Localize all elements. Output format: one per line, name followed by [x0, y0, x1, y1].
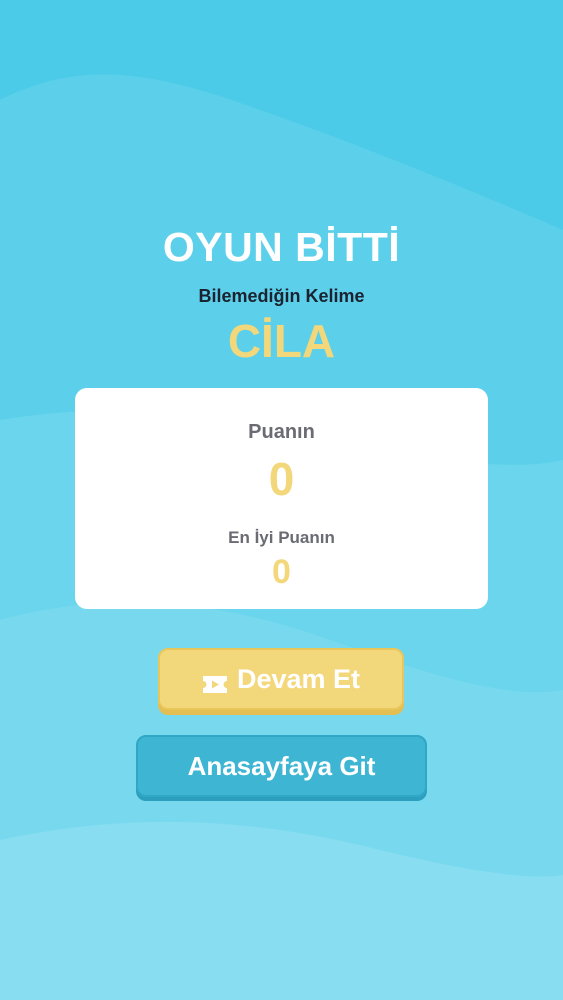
game-over-screen: OYUN BİTTİ Bilemediğin Kelime CİLA Puanı…	[0, 0, 563, 1000]
score-card: Puanın 0 En İyi Puanın 0	[75, 388, 488, 609]
best-score-value: 0	[272, 553, 291, 591]
continue-button[interactable]: Devam Et	[158, 648, 404, 710]
best-score-label: En İyi Puanın	[228, 528, 335, 547]
home-button-label: Anasayfaya Git	[187, 750, 376, 781]
score-label: Puanın	[248, 421, 315, 443]
ticket-video-icon	[202, 670, 228, 693]
home-button[interactable]: Anasayfaya Git	[136, 735, 427, 797]
continue-button-label: Devam Et	[236, 663, 361, 694]
game-over-title: OYUN BİTTİ	[162, 224, 401, 270]
missed-word: CİLA	[227, 315, 336, 367]
score-value: 0	[268, 453, 295, 505]
missed-word-label: Bilemediğin Kelime	[198, 286, 365, 306]
